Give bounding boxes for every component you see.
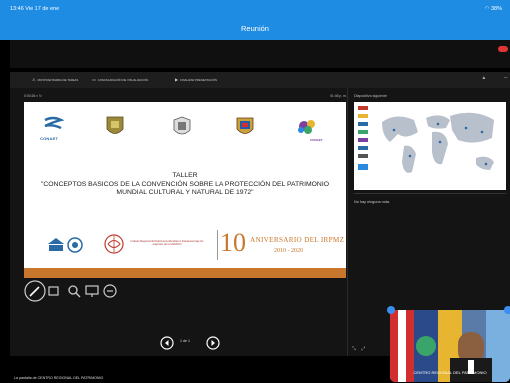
anniversary-text: ANIVERSARIO DEL IRPMZ <box>250 236 345 244</box>
university-shield-icon <box>106 116 124 134</box>
end-presentation-button[interactable]: ▶ FINALIZAR PRESENTACIÓN <box>175 77 217 82</box>
pause-icon[interactable]: ⏸ <box>36 94 38 98</box>
expand-icon[interactable]: ⤢ <box>361 346 365 352</box>
share-text: La pantalla de CENTRO REGIONAL DEL PATRI… <box>14 376 104 380</box>
wifi-icon: ◠ <box>484 6 490 12</box>
pane-divider[interactable] <box>347 88 348 356</box>
end-presentation-icon: ▶ <box>175 77 179 82</box>
display-settings-icon: ▭ <box>92 77 96 82</box>
next-slide-label: Diapositiva siguiente <box>354 94 387 98</box>
irpmz-logo-icon <box>104 234 124 254</box>
irpmz-text: Instituto Regional del Patrimonio Mundia… <box>130 240 204 247</box>
collapse-icon[interactable]: ⤡ <box>352 346 356 352</box>
current-slide: CONAET CONAET TALLER "CONCEPTOS BASICOS … <box>24 102 346 278</box>
previous-slide-icon[interactable] <box>160 336 174 350</box>
slide-pager: 1 de 1 <box>160 336 220 350</box>
logo-divider <box>217 230 218 260</box>
participant-name: CENTRO REGIONAL DEL PATRIMONIO <box>413 370 487 375</box>
pen-tool-icon[interactable] <box>24 280 46 302</box>
conaet-color-logo-icon <box>298 120 315 134</box>
conaet-color-logo-text: CONAET <box>310 138 323 142</box>
status-bar: 13:46 Vie 17 de ene ◠ 38% <box>0 0 510 18</box>
video-indicator-left-icon <box>387 306 395 314</box>
conaet-logo-text: CONAET <box>40 136 59 141</box>
record-indicator-icon <box>498 46 508 52</box>
slide-footer-bar <box>24 268 346 278</box>
slide-timer: 0:00:26 ⏸ ↻ <box>24 94 42 98</box>
speaker-notes: No hay ninguna nota. <box>354 200 391 204</box>
zoom-icon[interactable] <box>66 283 82 299</box>
anniversary-number: 10 <box>220 228 246 257</box>
taskbar-icon: ⚠ <box>32 77 36 82</box>
battery-indicator: ◠ 38% <box>484 6 502 12</box>
conaet-logo-icon <box>44 116 64 130</box>
laser-pointer-icon[interactable] <box>46 283 62 299</box>
display-settings-button[interactable]: ▭ CONFIGURACIÓN DE VISUALIZACIÓN <box>92 77 148 82</box>
anniversary-years: 2010 - 2020 <box>274 248 303 254</box>
pointer-icon: ▲ <box>481 75 487 81</box>
screen-icon[interactable] <box>84 283 100 299</box>
next-slide-icon[interactable] <box>206 336 220 350</box>
window-title: Reunión <box>0 18 510 40</box>
show-taskbar-button[interactable]: ⚠ MOSTRAR BARRA DE TAREAS <box>32 77 78 82</box>
slide-title: TALLER <box>172 172 198 179</box>
clock: 01:46 p. m. <box>330 94 347 98</box>
next-slide-preview[interactable] <box>354 102 506 190</box>
presenter-toolbar: ⚠ MOSTRAR BARRA DE TAREAS ▭ CONFIGURACIÓ… <box>10 72 510 88</box>
notes-divider <box>354 193 506 194</box>
status-time: 13:46 Vie 17 de ene <box>10 6 60 12</box>
world-map-preview-icon <box>354 102 506 190</box>
slide-subtitle: "CONCEPTOS BASICOS DE LA CONVENCIÓN SOBR… <box>40 181 330 197</box>
video-indicator-right-icon <box>504 306 510 314</box>
minimize-icon[interactable]: – <box>504 75 507 81</box>
participant-strip <box>10 40 510 68</box>
presenter-tools <box>24 280 124 304</box>
jalisco-shield-icon <box>236 117 254 134</box>
state-seal-icon <box>173 116 191 135</box>
resize-controls: ⤡ ⤢ <box>352 346 365 352</box>
slide-counter: 1 de 1 <box>180 339 190 343</box>
unesco-logo-icon <box>48 237 83 253</box>
restart-icon[interactable]: ↻ <box>39 94 42 98</box>
more-options-icon[interactable] <box>102 283 118 299</box>
